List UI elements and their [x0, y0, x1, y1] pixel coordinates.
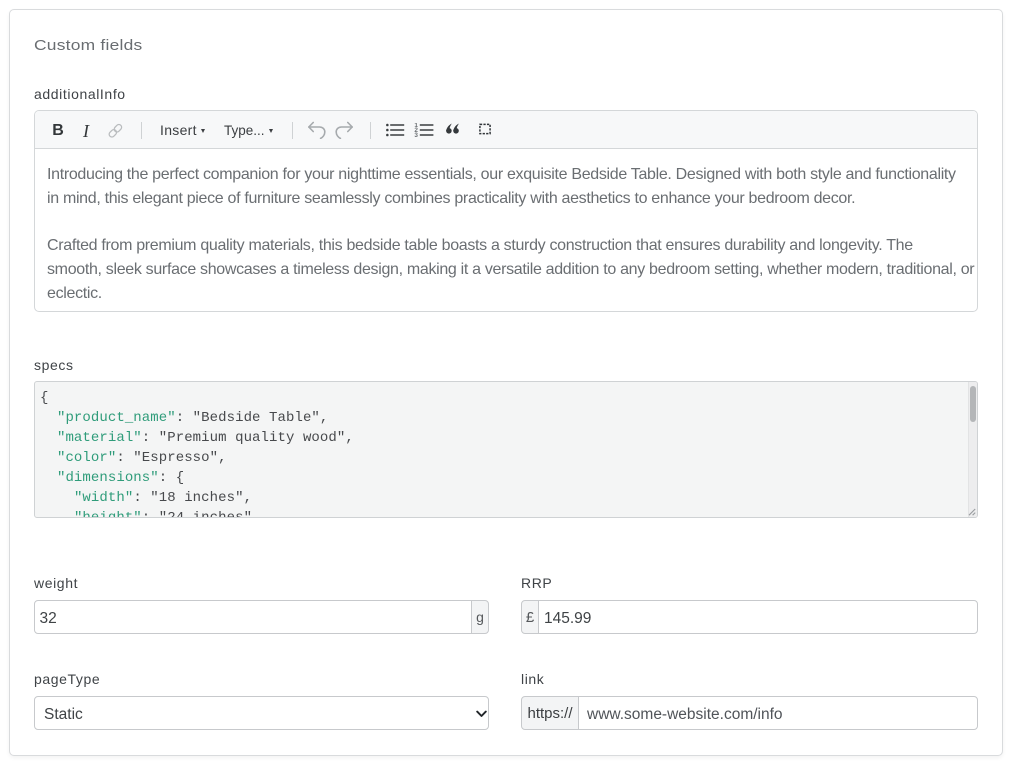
svg-text:3: 3 — [414, 132, 418, 137]
